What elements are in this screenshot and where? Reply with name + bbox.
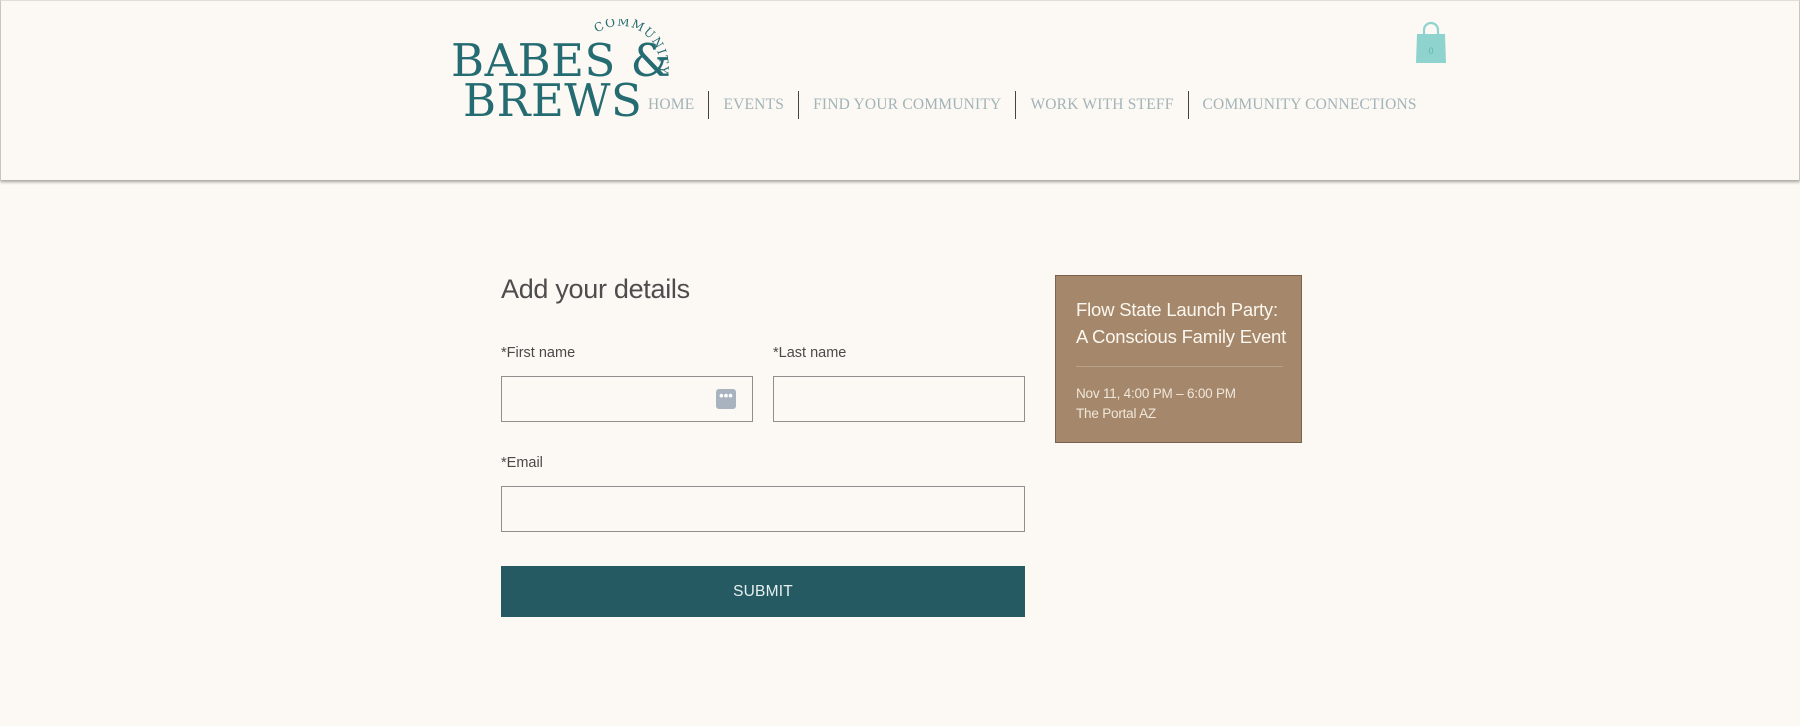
- last-name-input[interactable]: [773, 376, 1025, 422]
- form-title: Add your details: [501, 274, 690, 304]
- submit-button[interactable]: SUBMIT: [501, 566, 1025, 617]
- event-datetime: Nov 11, 4:00 PM – 6:00 PM: [1076, 386, 1236, 401]
- nav-item-work-with-steff[interactable]: WORK WITH STEFF: [1015, 91, 1187, 119]
- nav-item-find-your-community[interactable]: FIND YOUR COMMUNITY: [798, 91, 1015, 119]
- first-name-label: *First name: [501, 345, 576, 361]
- cart-count: 0: [1428, 46, 1433, 56]
- nav-item-home[interactable]: HOME: [635, 91, 708, 119]
- last-name-label: *Last name: [773, 345, 847, 361]
- event-title: Flow State Launch Party: A Conscious Fam…: [1076, 299, 1287, 347]
- event-location: The Portal AZ: [1076, 406, 1156, 421]
- email-input[interactable]: [501, 486, 1025, 532]
- autofill-icon[interactable]: •••: [716, 389, 736, 409]
- nav-item-events[interactable]: EVENTS: [708, 91, 798, 119]
- event-summary-card: Flow State Launch Party: A Conscious Fam…: [1055, 275, 1302, 443]
- email-label: *Email: [501, 455, 543, 471]
- nav-item-community-connections[interactable]: COMMUNITY CONNECTIONS: [1187, 91, 1431, 119]
- shopping-bag-icon: 0: [1416, 21, 1446, 63]
- card-divider: [1076, 366, 1283, 367]
- site-header: COMMUNITY BABES & BREWS HOME EVENTS FIND…: [0, 0, 1800, 180]
- main-nav: HOME EVENTS FIND YOUR COMMUNITY WORK WIT…: [635, 91, 1431, 119]
- cart-button[interactable]: 0: [1413, 21, 1449, 65]
